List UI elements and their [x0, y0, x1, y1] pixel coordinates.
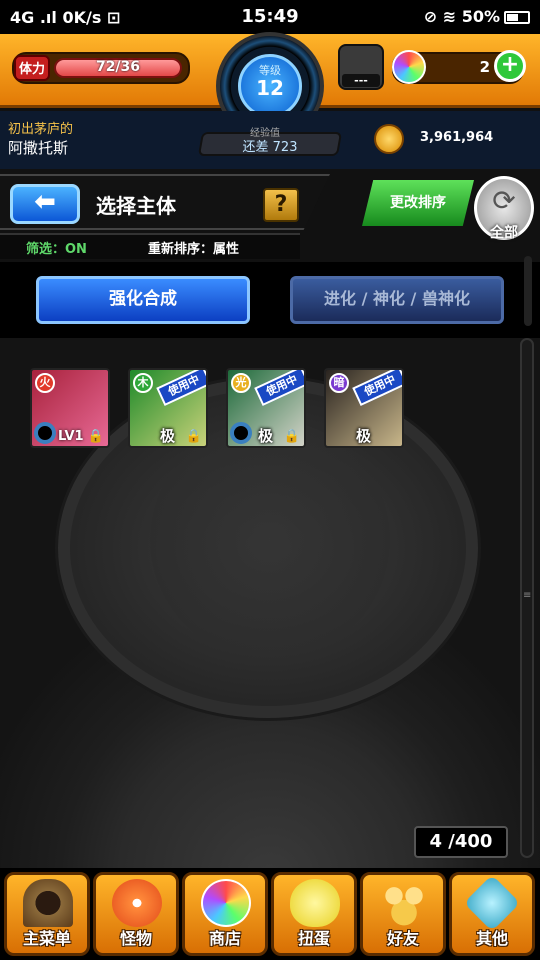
add-gems-button[interactable]: +: [494, 50, 526, 82]
nav-shop[interactable]: 商店: [182, 872, 268, 956]
status-bar: 4G .ıl 0K/s ⊡ 15:49 ⊘ ≋ 50%: [0, 0, 540, 34]
tab-power-up-fusion[interactable]: 强化合成: [36, 276, 250, 324]
battery-status: ⊘ ≋ 50%: [424, 7, 530, 26]
all-button-label: 全部: [490, 225, 518, 241]
element-icon: 木: [133, 373, 153, 393]
scroll-track-top: [524, 256, 532, 326]
nav-label: 扭蛋: [297, 929, 330, 948]
exp-remaining: 还差 723: [242, 140, 298, 155]
egg-slot-text: ---: [342, 74, 380, 87]
lock-icon: 🔒: [283, 429, 300, 444]
luck-ring-icon: [34, 422, 56, 444]
page-title: 选择主体: [96, 194, 176, 218]
monster-card[interactable]: 火 LV1 🔒: [30, 368, 110, 448]
coin-icon: [374, 124, 404, 154]
refresh-icon: ⟳: [492, 184, 516, 217]
tab-evolution[interactable]: 进化 / 神化 / 兽神化: [290, 276, 504, 324]
battery-icon: [504, 11, 530, 24]
nav-gacha[interactable]: 扭蛋: [271, 872, 357, 956]
element-icon: 暗: [329, 373, 349, 393]
max-level-badge: 极: [160, 427, 176, 445]
monster-card[interactable]: 暗 使用中 极: [324, 368, 404, 448]
other-icon: [463, 874, 521, 932]
stamina-badge: 体力: [14, 55, 50, 81]
nav-label: 怪物: [119, 929, 152, 948]
max-level-badge: 极: [258, 427, 274, 445]
box-count: 4 /400: [414, 826, 508, 858]
lock-icon: 🔒: [185, 429, 202, 444]
nav-monsters[interactable]: 怪物: [93, 872, 179, 956]
element-icon: 光: [231, 373, 251, 393]
emblem-center: [150, 420, 390, 660]
nav-other[interactable]: 其他: [449, 872, 535, 956]
element-icon: 火: [35, 373, 55, 393]
player-title: 初出茅庐的: [8, 122, 74, 137]
orb-gem-icon: [392, 50, 426, 84]
orb-shop-icon: [201, 879, 251, 927]
monster-card[interactable]: 木 使用中 极 🔒: [128, 368, 208, 448]
battery-text: ⊘ ≋ 50%: [423, 7, 500, 26]
coin-count: 3,961,964: [420, 130, 494, 145]
gem-count: 2: [479, 58, 490, 76]
nav-friends[interactable]: 好友: [360, 872, 446, 956]
friends-icon: [379, 879, 429, 927]
back-button[interactable]: ⬅: [10, 184, 80, 224]
help-button[interactable]: ?: [263, 188, 299, 222]
card-level: LV1: [58, 429, 84, 444]
nav-label: 商店: [208, 929, 241, 948]
luck-ring-icon: [230, 422, 252, 444]
nav-label: 主菜单: [22, 929, 71, 948]
nav-label: 好友: [386, 929, 419, 948]
change-sort-button[interactable]: 更改排序: [362, 180, 474, 226]
monster-icon: [112, 879, 162, 927]
max-level-badge: 极: [356, 427, 372, 445]
nav-label: 其他: [475, 929, 508, 948]
stamina-value: 72/36: [95, 59, 141, 75]
scroll-thumb[interactable]: ≡: [523, 590, 531, 614]
home-icon: [23, 879, 73, 927]
player-name: 阿撒托斯: [8, 139, 69, 157]
sort-status[interactable]: 重新排序：属性: [148, 238, 239, 257]
monster-card[interactable]: 光 使用中 极 🔒: [226, 368, 306, 448]
filter-toggle[interactable]: 筛选：ON: [26, 238, 87, 257]
level-number: 12: [256, 76, 284, 100]
egg-gacha-icon: [290, 879, 340, 927]
lock-icon: 🔒: [87, 429, 104, 444]
nav-main-menu[interactable]: 主菜单: [4, 872, 90, 956]
